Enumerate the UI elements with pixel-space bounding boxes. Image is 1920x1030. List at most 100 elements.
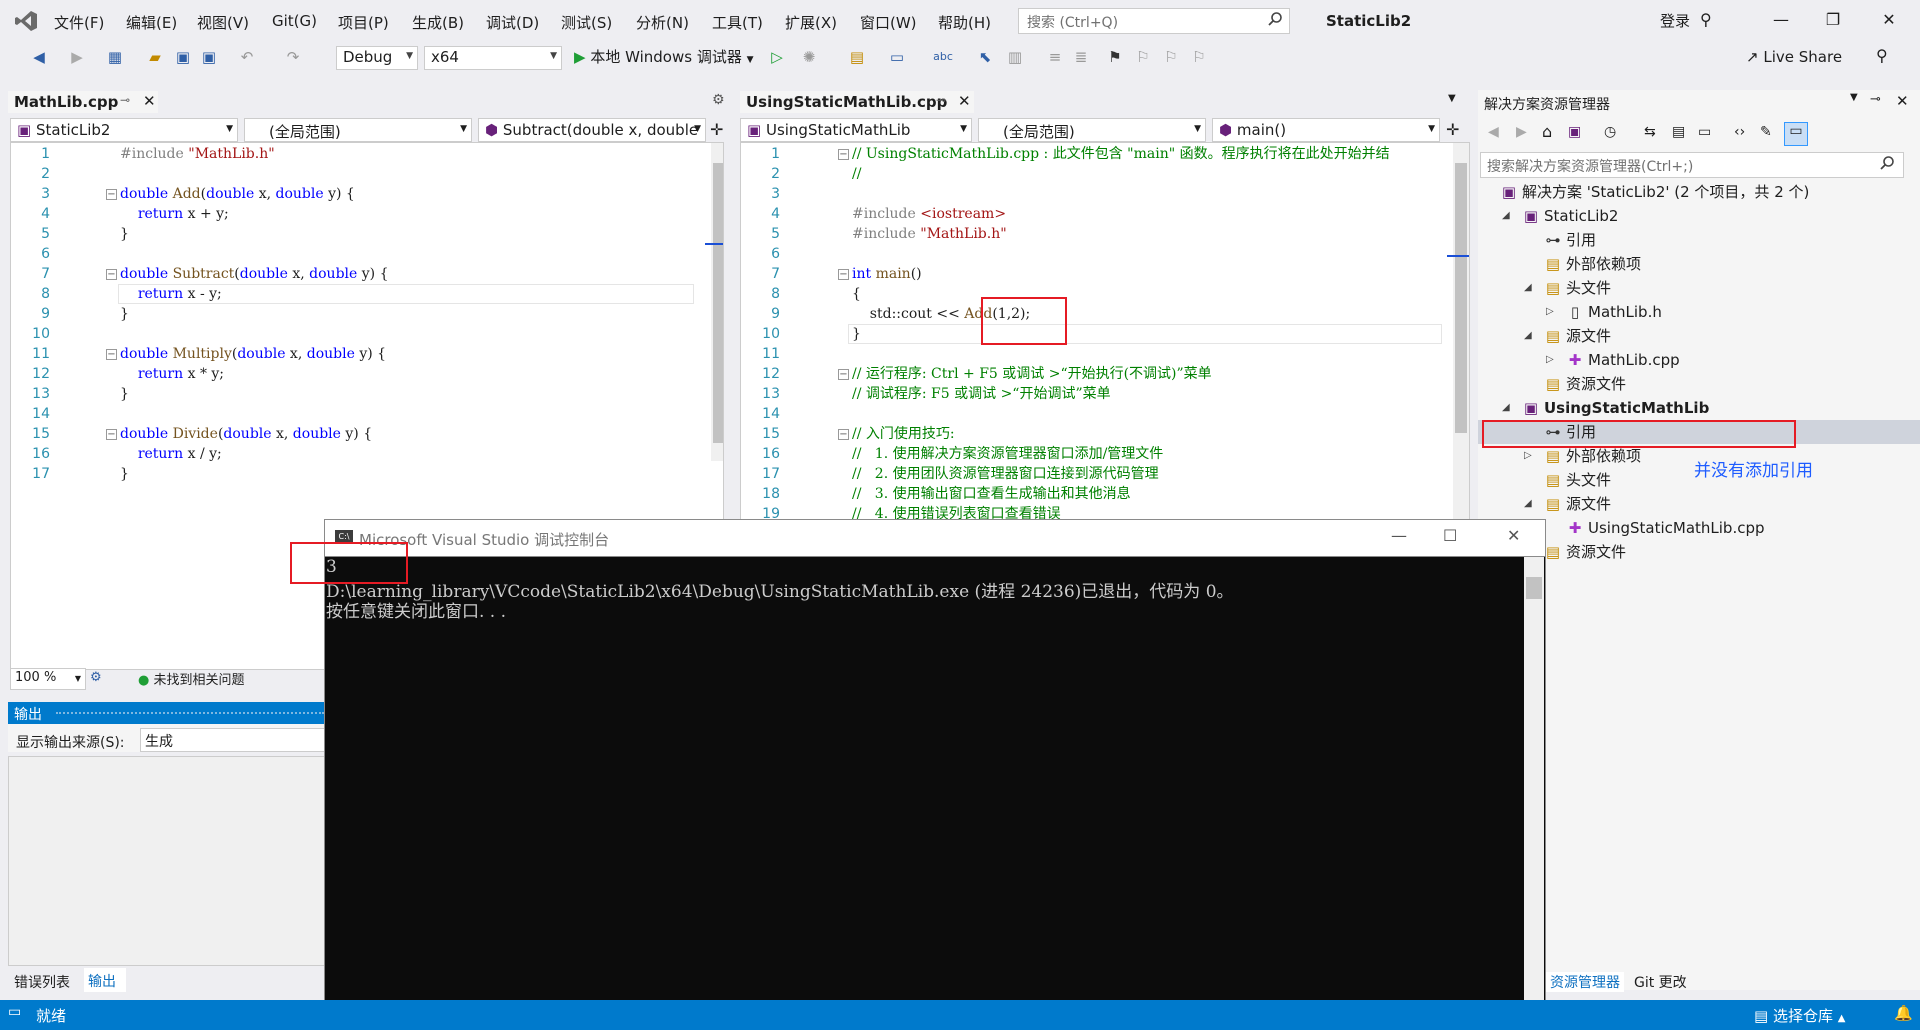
login-link[interactable]: 登录 <box>1660 10 1690 31</box>
menu-git[interactable]: Git(G) <box>272 12 317 30</box>
code-icon[interactable]: ‹› <box>1734 124 1745 140</box>
scrollbar-thumb[interactable] <box>1455 163 1467 433</box>
expand-arrow-icon[interactable]: ◢ <box>1524 324 1532 348</box>
collapse-toggle-icon[interactable]: − <box>838 149 849 160</box>
tab-error-list[interactable]: 错误列表 <box>14 972 70 992</box>
code-line[interactable]: // <box>852 164 861 184</box>
code-line[interactable]: // 入门使用技巧: <box>852 424 955 444</box>
history-icon[interactable]: ◷ <box>1604 124 1616 140</box>
live-share-button[interactable]: ↗ Live Share <box>1746 48 1842 66</box>
scope-combo[interactable]: (全局范围) ▼ <box>244 118 472 142</box>
new-project-icon[interactable]: ▦ <box>104 46 126 68</box>
sync-icon[interactable]: ⇆ <box>1644 124 1656 140</box>
console-scrollbar-thumb[interactable] <box>1526 577 1542 599</box>
hot-reload-icon[interactable]: ✺ <box>798 46 820 68</box>
save-all-icon[interactable]: ▣ <box>198 46 220 68</box>
code-line[interactable]: // 1. 使用解决方案资源管理器窗口添加/管理文件 <box>852 444 1163 464</box>
pointer-icon[interactable]: ⬉ <box>974 46 996 68</box>
tree-item[interactable]: ▤ 头文件 <box>1544 468 1611 492</box>
switch-views-icon[interactable]: ▣ <box>1568 124 1581 140</box>
tab-output[interactable]: 输出 <box>84 968 126 992</box>
tab-mathlib-cpp[interactable]: MathLib.cpp <box>8 91 158 113</box>
menu-test[interactable]: 测试(S) <box>561 12 612 33</box>
tree-item[interactable]: ▤ 资源文件 <box>1544 372 1626 396</box>
forward-icon[interactable]: ▶ <box>1516 124 1527 140</box>
menu-build[interactable]: 生成(B) <box>412 12 464 33</box>
platform-select[interactable]: x64 ▼ <box>424 46 562 70</box>
output-text-area[interactable] <box>8 756 326 966</box>
code-line[interactable]: // 2. 使用团队资源管理器窗口连接到源代码管理 <box>852 464 1159 484</box>
project-combo[interactable]: ▣ UsingStaticMathLib ▼ <box>740 118 972 142</box>
collapse-toggle-icon[interactable]: − <box>838 369 849 380</box>
code-line[interactable]: // UsingStaticMathLib.cpp : 此文件包含 "main"… <box>852 144 1390 164</box>
menu-window[interactable]: 窗口(W) <box>860 12 917 33</box>
member-combo[interactable]: ⬢ Subtract(double x, double ▼ <box>478 118 706 142</box>
panel-menu-icon[interactable]: ▼ <box>1850 92 1858 103</box>
code-line[interactable]: double Multiply(double x, double y) { <box>120 344 386 364</box>
tree-item[interactable]: ✚ MathLib.cpp <box>1566 348 1680 372</box>
menu-project[interactable]: 项目(P) <box>338 12 389 33</box>
scope-combo[interactable]: (全局范围) ▼ <box>978 118 1206 142</box>
open-folder-icon[interactable]: ▰ <box>144 46 166 68</box>
close-tab-icon[interactable]: ✕ <box>143 92 156 110</box>
menu-extensions[interactable]: 扩展(X) <box>785 12 837 33</box>
collapse-toggle-icon[interactable]: − <box>838 269 849 280</box>
close-panel-icon[interactable]: ✕ <box>1896 92 1909 110</box>
outdent-icon[interactable]: ≣ <box>1070 46 1092 68</box>
intellicode-icon[interactable]: ⚙ <box>90 670 102 685</box>
back-icon[interactable]: ◀ <box>28 46 50 68</box>
config-select[interactable]: Debug ▼ <box>336 46 418 70</box>
tree-item[interactable]: ▤ 源文件 <box>1544 492 1611 516</box>
comment-icon[interactable]: ▥ <box>1004 46 1026 68</box>
redo-icon[interactable]: ↷ <box>282 46 304 68</box>
code-line[interactable]: } <box>120 304 129 324</box>
layout-icon[interactable]: ▭ <box>886 46 908 68</box>
collapse-all-icon[interactable]: ▤ <box>1672 124 1685 140</box>
tab-git-changes[interactable]: Git 更改 <box>1634 972 1687 992</box>
pin-icon[interactable]: ⊸ <box>120 93 130 107</box>
bookmark-icon[interactable]: ⚑ <box>1104 46 1126 68</box>
code-line[interactable]: } <box>120 384 129 404</box>
tree-item[interactable]: ✚ UsingStaticMathLib.cpp <box>1566 516 1765 540</box>
menu-file[interactable]: 文件(F) <box>54 12 104 33</box>
code-line[interactable]: return x * y; <box>120 364 224 384</box>
expand-arrow-icon[interactable]: ◢ <box>1524 492 1532 516</box>
menu-analyze[interactable]: 分析(N) <box>636 12 689 33</box>
minimize-button[interactable]: — <box>1766 10 1796 29</box>
code-line[interactable]: int main() <box>852 264 922 284</box>
code-line[interactable]: // 4. 使用错误列表窗口查看错误 <box>852 504 1061 520</box>
feedback-icon[interactable]: ⚲ <box>1876 46 1888 65</box>
restore-button[interactable]: ❐ <box>1818 10 1848 29</box>
split-icon[interactable]: ✛ <box>710 120 723 139</box>
output-source-select[interactable]: 生成 <box>140 728 326 752</box>
tree-item[interactable]: ▤ 源文件 <box>1544 324 1611 348</box>
show-all-files-icon[interactable]: ▭ <box>1698 124 1711 140</box>
expand-arrow-icon[interactable]: ◢ <box>1502 204 1510 228</box>
pin-icon[interactable]: ⊸ <box>1870 92 1881 107</box>
tab-solution-explorer[interactable]: 资源管理器 <box>1546 972 1624 992</box>
next-bookmark-icon[interactable]: ⚐ <box>1160 46 1182 68</box>
tree-item[interactable]: ⊶ 引用 <box>1544 228 1597 252</box>
properties-icon[interactable]: ✎ <box>1760 124 1772 140</box>
search-input[interactable]: 搜索 (Ctrl+Q) <box>1018 8 1290 34</box>
forward-icon[interactable]: ▶ <box>66 46 88 68</box>
code-line[interactable]: } <box>120 464 129 484</box>
clear-bookmarks-icon[interactable]: ⚐ <box>1188 46 1210 68</box>
code-line[interactable]: // 运行程序: Ctrl + F5 或调试 >“开始执行(不调试)”菜单 <box>852 364 1212 384</box>
solution-explorer-icon[interactable]: ▤ <box>846 46 868 68</box>
scrollbar-thumb[interactable] <box>713 163 723 443</box>
undo-icon[interactable]: ↶ <box>236 46 258 68</box>
preview-icon[interactable]: ▭ <box>1784 122 1808 146</box>
gear-icon[interactable]: ⚙ <box>712 92 725 108</box>
save-icon[interactable]: ▣ <box>172 46 194 68</box>
close-tab-icon[interactable]: ✕ <box>958 92 971 110</box>
notifications-icon[interactable]: 🔔 <box>1894 1004 1913 1022</box>
tree-item[interactable]: ▤ 头文件 <box>1544 276 1611 300</box>
tab-overflow-icon[interactable]: ▼ <box>1448 93 1456 104</box>
code-line[interactable]: #include "MathLib.h" <box>852 224 1007 244</box>
project-combo[interactable]: ▣ StaticLib2 ▼ <box>10 118 238 142</box>
pin-icon[interactable]: ⊸ <box>936 93 946 107</box>
console-minimize-button[interactable]: — <box>1391 526 1407 545</box>
code-line[interactable]: { <box>852 284 861 304</box>
account-icon[interactable]: ⚲ <box>1700 10 1712 29</box>
